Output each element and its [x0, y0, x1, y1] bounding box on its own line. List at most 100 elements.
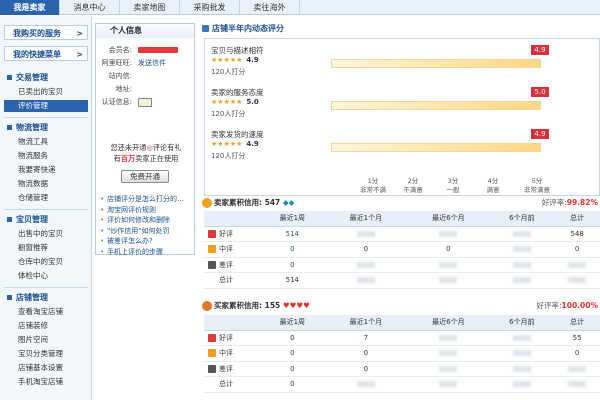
- promo-text: 您还未开通: [110, 143, 147, 152]
- help-link[interactable]: "炒作信用"如何处罚: [100, 226, 194, 237]
- scale-desc: 非常满意: [524, 186, 550, 194]
- metric-count: 120人打分: [211, 110, 246, 118]
- sidebar-item-categories[interactable]: 宝贝分类管理: [4, 348, 88, 360]
- free-activate-button[interactable]: 免费开通: [121, 170, 169, 183]
- sidebar-item-decorate[interactable]: 店铺装修: [4, 320, 88, 332]
- col-header: [204, 211, 260, 227]
- sidebar-item-window[interactable]: 橱窗推荐: [4, 242, 88, 254]
- cell-blurred: [489, 272, 555, 289]
- sidebar-item-warehouse-items[interactable]: 仓库中的宝贝: [4, 256, 88, 268]
- table-row: 好评 514 548: [204, 226, 600, 242]
- personal-info-panel: 个人信息 会员名: 阿里旺旺: 发送信件 站内信: 地址: 认证信息: 您还未开…: [95, 23, 195, 258]
- chevron-right-icon: >: [76, 29, 83, 38]
- cell: 0: [260, 257, 325, 273]
- cell-blurred: [554, 257, 600, 273]
- row-label: 好评: [204, 330, 260, 346]
- cell-blurred: [489, 345, 555, 362]
- tab-wholesale[interactable]: 采购批发: [180, 0, 240, 15]
- seller-credit-label: 卖家累积信用:: [214, 198, 262, 207]
- member-row: 会员名:: [96, 45, 194, 56]
- promo-line-2: 有百万卖家正在使用: [100, 154, 192, 164]
- address-row: 地址:: [96, 84, 194, 95]
- member-label: 会员名:: [108, 46, 132, 54]
- tab-overseas[interactable]: 卖往海外: [240, 0, 300, 15]
- sidebar-item-health[interactable]: 体检中心: [4, 270, 88, 282]
- quick-menu-button[interactable]: 我的快捷菜单 >: [4, 46, 88, 61]
- help-link[interactable]: 评价如何修改和删除: [100, 215, 194, 226]
- cell[interactable]: 514: [260, 226, 325, 242]
- cell[interactable]: 0: [260, 241, 325, 258]
- dsr-box: 宝贝与描述相符 ★★★★★ 4.9 120人打分 4.9 卖家的服务态度 ★★★★…: [204, 38, 600, 196]
- score-flag: 4.9: [531, 45, 549, 55]
- cell[interactable]: 7: [324, 330, 408, 346]
- bad-review-icon: [208, 364, 216, 373]
- group-shop[interactable]: 店铺管理: [4, 292, 88, 304]
- group-logistics[interactable]: 物流管理: [4, 122, 88, 134]
- send-message-link[interactable]: 发送信件: [138, 58, 166, 69]
- top-nav: 我是卖家 消息中心 卖家地图 采购批发 卖往海外: [0, 0, 600, 15]
- row-label: 差评: [204, 257, 260, 273]
- sidebar-item-sold[interactable]: 已卖出的宝贝: [4, 86, 88, 98]
- scale-3: 3分 一般: [431, 177, 475, 195]
- group-items[interactable]: 宝贝管理: [4, 214, 88, 226]
- col-header: 最近1周: [260, 211, 325, 227]
- heart-icon: ♥♥♥♥: [282, 301, 310, 310]
- bought-services-button[interactable]: 我购买的服务 >: [4, 25, 88, 40]
- group-trade[interactable]: 交易管理: [4, 72, 88, 84]
- row-label: 好评: [204, 226, 260, 242]
- cell-blurred: [407, 361, 490, 377]
- sidebar-item-warehouse[interactable]: 仓储管理: [4, 192, 88, 204]
- row-name: 中评: [219, 245, 233, 254]
- table-header: 最近1周 最近1个月 最近6个月 6个月前 总计: [204, 315, 600, 331]
- cell: 0: [260, 330, 325, 346]
- row-name: 中评: [219, 349, 233, 358]
- cell: 0: [554, 345, 600, 362]
- help-link[interactable]: 被差评怎么办?: [100, 236, 194, 247]
- help-link[interactable]: 店铺评分是怎么打分的...: [100, 194, 194, 205]
- sidebar-item-shop-settings[interactable]: 店铺基本设置: [4, 362, 88, 374]
- cell-blurred: [407, 330, 490, 346]
- sidebar-item-express[interactable]: 我要寄快递: [4, 164, 88, 176]
- sidebar-item-logistics-service[interactable]: 物流服务: [4, 150, 88, 162]
- rating-scale: 1分 非常不满 2分 不满意 3分 一般 4分 满意 5分 非常满意: [205, 177, 600, 197]
- promo-feature[interactable]: 评论有礼: [153, 143, 182, 152]
- cell-blurred: [407, 272, 490, 289]
- cell-blurred: [407, 257, 490, 273]
- sidebar-item-mobile-shop[interactable]: 手机淘宝店铺: [4, 376, 88, 388]
- metric-label: 卖家的服务态度: [211, 88, 264, 97]
- cell-blurred: [407, 376, 490, 393]
- sidebar-item-on-sale[interactable]: 出售中的宝贝: [4, 228, 88, 240]
- tab-seller-map[interactable]: 卖家地图: [120, 0, 180, 15]
- col-header: 6个月前: [489, 211, 555, 227]
- tab-message-center[interactable]: 消息中心: [60, 0, 120, 15]
- table-row: 差评 0 0: [204, 361, 600, 377]
- sidebar-item-logistics-data[interactable]: 物流数据: [4, 178, 88, 190]
- member-name-redacted: [138, 45, 178, 56]
- cell: 0: [260, 345, 325, 362]
- row-name: 好评: [219, 229, 233, 238]
- good-rate-value: 99.82%: [566, 198, 598, 207]
- buyer-credit-summary: 买家累积信用: 155 ♥♥♥♥: [214, 299, 310, 313]
- help-link[interactable]: 手机上评价的步骤: [100, 247, 194, 258]
- neutral-review-icon: [208, 245, 216, 254]
- buyer-good-rate: 好评率:100.00%: [537, 299, 599, 313]
- neutral-review-icon: [208, 349, 216, 358]
- sidebar-item-reviews[interactable]: 评价管理: [4, 100, 88, 112]
- metric-count: 120人打分: [211, 152, 246, 160]
- main-content: 店铺半年内动态评分 宝贝与描述相符 ★★★★★ 4.9 120人打分 4.9 卖家…: [200, 16, 600, 400]
- personal-info-title: 个人信息: [96, 24, 194, 38]
- sidebar-item-logistics-tools[interactable]: 物流工具: [4, 136, 88, 148]
- help-link[interactable]: 淘宝网评价规则: [100, 205, 194, 216]
- metric-score: 5.0: [246, 98, 259, 106]
- sidebar-item-images[interactable]: 图片空间: [4, 334, 88, 346]
- cell-blurred: [324, 257, 408, 273]
- metric-score: 4.9: [246, 56, 259, 64]
- metric-label: 卖家发货的速度: [211, 130, 264, 139]
- scale-score: 4分: [487, 177, 499, 185]
- tab-seller[interactable]: 我是卖家: [0, 0, 60, 15]
- seller-good-rate: 好评率:99.82%: [542, 196, 598, 210]
- cell: 0: [407, 241, 490, 258]
- score-flag: 4.9: [531, 129, 549, 139]
- sidebar-item-view-shop[interactable]: 查看淘宝店铺: [4, 306, 88, 318]
- cell-blurred: [324, 376, 408, 393]
